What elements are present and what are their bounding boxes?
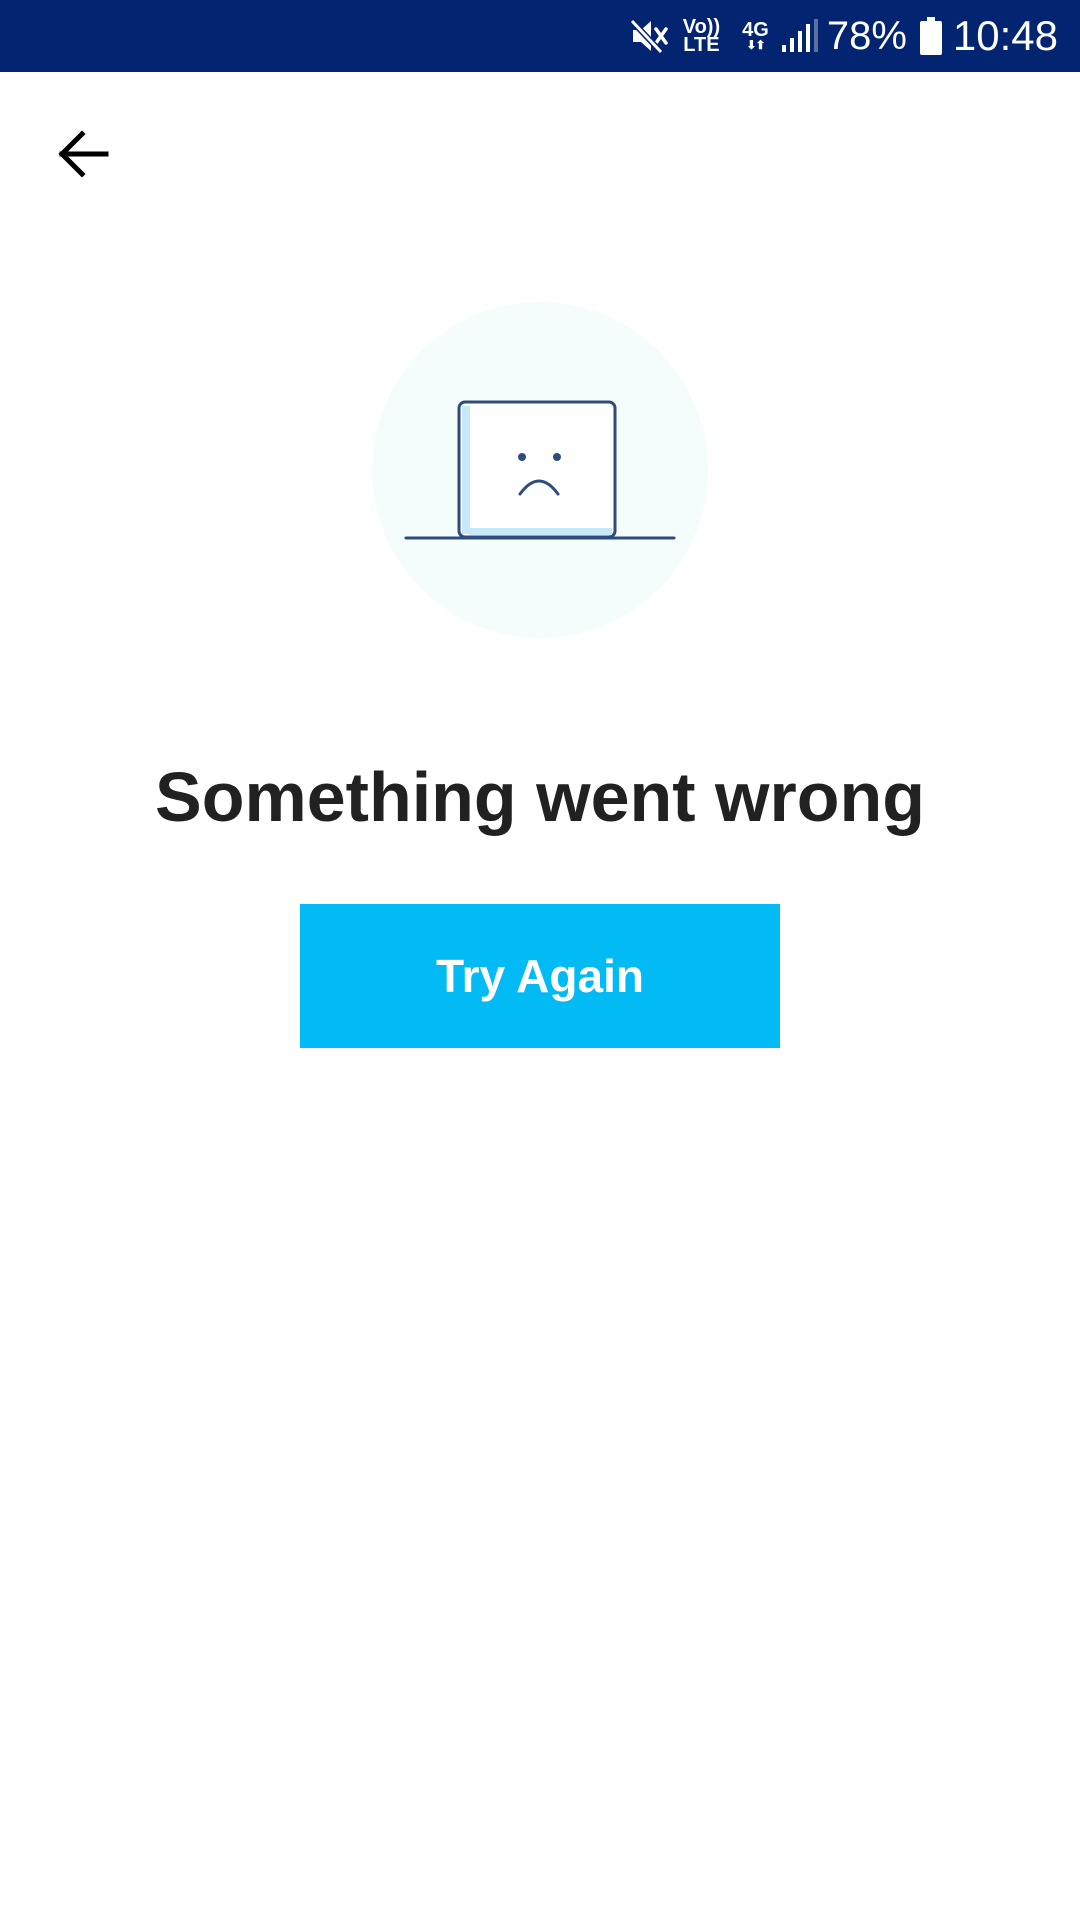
status-time: 10:48	[952, 12, 1058, 59]
try-again-button[interactable]: Try Again	[300, 904, 780, 1048]
error-illustration	[372, 302, 708, 638]
arrow-left-icon	[58, 130, 109, 178]
status-icons: Vo)) LTE 4G ⬇⬆ 78% 10:48	[617, 0, 1058, 72]
signal-icon	[781, 18, 819, 54]
back-button[interactable]	[52, 122, 116, 186]
volte-bottom-label: LTE	[683, 34, 720, 56]
sad-laptop-icon	[372, 302, 708, 638]
battery-percentage: 78%	[826, 13, 907, 58]
network-type-label: 4G	[742, 19, 769, 41]
mute-icon	[629, 16, 669, 56]
status-bar: Vo)) LTE 4G ⬇⬆ 78% 10:48	[0, 0, 1080, 72]
battery-icon	[919, 16, 943, 56]
error-title: Something went wrong	[155, 758, 925, 836]
data-arrows-icon: ⬇⬆	[746, 38, 765, 52]
network-4g-icon: 4G ⬇⬆	[742, 19, 769, 52]
volte-icon: Vo)) LTE	[683, 17, 720, 56]
